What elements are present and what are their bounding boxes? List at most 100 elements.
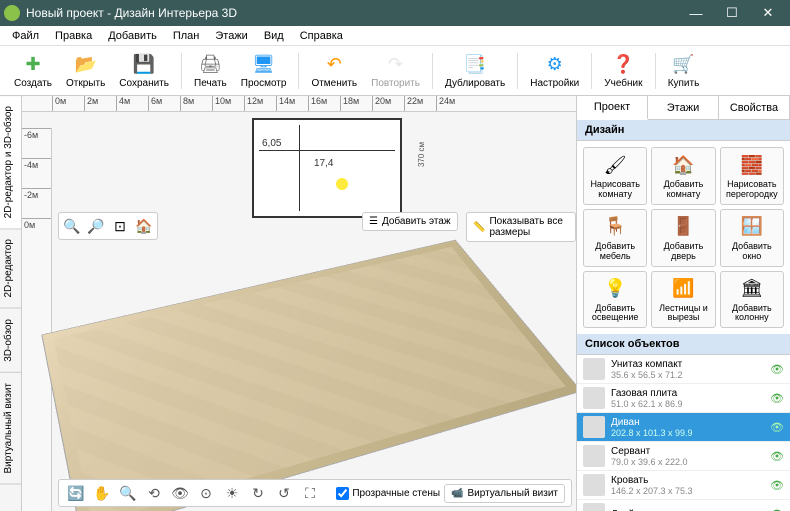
- zoom-in-button[interactable]: 🔎: [85, 215, 107, 237]
- left-tab-3[interactable]: Виртуальный визит: [0, 373, 21, 485]
- add-column-button[interactable]: 🏛Добавить колонну: [720, 271, 784, 329]
- zoom-fit-button[interactable]: ⊡: [109, 215, 131, 237]
- sun-icon[interactable]: ☀: [221, 483, 243, 503]
- draw-room-button[interactable]: 🖌Нарисовать комнату: [583, 147, 647, 205]
- visibility-icon[interactable]: 👁: [770, 363, 784, 376]
- right-tab-этажи[interactable]: Этажи: [648, 96, 719, 119]
- ruler-tick: 2м: [84, 96, 116, 111]
- close-button[interactable]: ✕: [750, 0, 786, 26]
- add-floor-button[interactable]: ☰ Добавить этаж: [362, 212, 458, 231]
- render-3d-view[interactable]: [41, 240, 576, 511]
- open-button[interactable]: 📂Открыть: [60, 51, 111, 91]
- add-furniture-button[interactable]: 🪑Добавить мебель: [583, 209, 647, 267]
- add-light-button[interactable]: 💡Добавить освещение: [583, 271, 647, 329]
- rotate-icon[interactable]: ↻: [247, 483, 269, 503]
- ruler-tick: 8м: [180, 96, 212, 111]
- titlebar: Новый проект - Дизайн Интерьера 3D — ☐ ✕: [0, 0, 790, 26]
- visibility-icon[interactable]: 👁: [770, 392, 784, 405]
- left-tab-2[interactable]: 3D-обзор: [0, 309, 21, 373]
- menu-добавить[interactable]: Добавить: [100, 28, 165, 44]
- object-list[interactable]: Унитаз компакт35.6 x 56.5 x 71.2👁Газовая…: [577, 355, 790, 511]
- fullscreen-icon[interactable]: ⛶: [299, 483, 321, 503]
- window-title: Новый проект - Дизайн Интерьера 3D: [26, 6, 678, 20]
- ruler-tick: 24м: [436, 96, 468, 111]
- create-button[interactable]: ✚Создать: [8, 51, 58, 91]
- transparent-walls-checkbox[interactable]: Прозрачные стены: [336, 487, 440, 500]
- zoom-out-button[interactable]: 🔍: [61, 215, 83, 237]
- virtual-visit-button[interactable]: 📹 Виртуальный визит: [444, 484, 565, 503]
- ruler-tick: 10м: [212, 96, 244, 111]
- object-item[interactable]: Двойное окно👁: [577, 500, 790, 511]
- draw-partition-icon: 🧱: [739, 152, 765, 178]
- marker-dot[interactable]: [336, 178, 348, 190]
- zoom-tool-icon[interactable]: 🔍: [117, 483, 139, 503]
- menu-справка[interactable]: Справка: [292, 28, 351, 44]
- visibility-icon[interactable]: 👁: [770, 479, 784, 492]
- menu-план[interactable]: План: [165, 28, 208, 44]
- print-button[interactable]: 🖨Печать: [188, 51, 233, 91]
- ruler-tick: 22м: [404, 96, 436, 111]
- preview-button[interactable]: 🖥Просмотр: [235, 51, 293, 91]
- dimension-right: 370 см: [417, 142, 426, 167]
- floor-plan-2d[interactable]: 6,05 17,4 370 см: [252, 118, 402, 218]
- menu-правка[interactable]: Правка: [47, 28, 100, 44]
- menu-вид[interactable]: Вид: [256, 28, 292, 44]
- add-light-icon: 💡: [602, 276, 628, 302]
- menu-файл[interactable]: Файл: [4, 28, 47, 44]
- object-thumb: [583, 503, 605, 511]
- object-item[interactable]: Кровать146.2 x 207.3 x 75.3👁: [577, 471, 790, 500]
- maximize-button[interactable]: ☐: [714, 0, 750, 26]
- visibility-icon[interactable]: 👁: [770, 421, 784, 434]
- duplicate-button[interactable]: 📑Дублировать: [439, 51, 511, 91]
- object-item[interactable]: Сервант79.0 x 39.6 x 222.0👁: [577, 442, 790, 471]
- ruler-icon: 📏: [473, 222, 485, 233]
- home-button[interactable]: 🏠: [133, 215, 155, 237]
- tutorial-button[interactable]: ❓Учебник: [598, 51, 648, 91]
- toolbar-separator: [181, 53, 182, 89]
- menu-этажи[interactable]: Этажи: [207, 28, 255, 44]
- app-icon: [4, 5, 20, 21]
- show-dimensions-button[interactable]: 📏 Показывать все размеры: [466, 212, 576, 242]
- save-button[interactable]: 💾Сохранить: [113, 51, 175, 91]
- left-tab-1[interactable]: 2D-редактор: [0, 229, 21, 309]
- add-window-button[interactable]: 🪟Добавить окно: [720, 209, 784, 267]
- undo-button[interactable]: ↶Отменить: [305, 51, 363, 91]
- right-tab-свойства[interactable]: Свойства: [719, 96, 790, 119]
- minimize-button[interactable]: —: [678, 0, 714, 26]
- object-item[interactable]: Диван202.8 x 101.3 x 99.9👁: [577, 413, 790, 442]
- pan-icon[interactable]: ✋: [91, 483, 113, 503]
- draw-room-icon: 🖌: [602, 152, 628, 178]
- design-grid: 🖌Нарисовать комнату🏠Добавить комнату🧱Нар…: [577, 141, 790, 334]
- canvas-area[interactable]: -6м-4м-2м0м 6,05 17,4 370 см 🔍 🔎 ⊡ 🏠 ☰ Д…: [22, 112, 576, 511]
- print-icon: 🖨: [198, 53, 222, 77]
- draw-partition-button[interactable]: 🧱Нарисовать перегородку: [720, 147, 784, 205]
- left-tab-0[interactable]: 2D-редактор и 3D-обзор: [0, 96, 21, 229]
- add-door-icon: 🚪: [670, 214, 696, 240]
- duplicate-icon: 📑: [463, 53, 487, 77]
- toolbar-separator: [591, 53, 592, 89]
- view360-icon[interactable]: 🔄: [65, 483, 87, 503]
- redo-button[interactable]: ↷Повторить: [365, 51, 426, 91]
- main-area: 2D-редактор и 3D-обзор2D-редактор3D-обзо…: [0, 96, 790, 511]
- add-room-icon: 🏠: [670, 152, 696, 178]
- ruler-tick: 0м: [52, 96, 84, 111]
- preview-icon: 🖥: [252, 53, 276, 77]
- rotate2-icon[interactable]: ↺: [273, 483, 295, 503]
- stairs-cut-button[interactable]: 📶Лестницы и вырезы: [651, 271, 715, 329]
- settings-button[interactable]: ⚙Настройки: [524, 51, 585, 91]
- ruler-tick: 18м: [340, 96, 372, 111]
- ruler-tick: 12м: [244, 96, 276, 111]
- buy-button[interactable]: 🛒Купить: [662, 51, 706, 91]
- object-item[interactable]: Газовая плита51.0 x 62.1 x 86.9👁: [577, 384, 790, 413]
- bottom-tools: 🔄 ✋ 🔍 ⟲ 👁 ⊙ ☀ ↻ ↺ ⛶ Прозрачные стены 📹 В…: [58, 479, 572, 507]
- toolbar-separator: [432, 53, 433, 89]
- orbit-icon[interactable]: ⟲: [143, 483, 165, 503]
- right-tab-проект[interactable]: Проект: [577, 96, 648, 120]
- add-room-button[interactable]: 🏠Добавить комнату: [651, 147, 715, 205]
- eye-icon[interactable]: 👁: [169, 483, 191, 503]
- ruler-tick: 14м: [276, 96, 308, 111]
- object-item[interactable]: Унитаз компакт35.6 x 56.5 x 71.2👁: [577, 355, 790, 384]
- reset-icon[interactable]: ⊙: [195, 483, 217, 503]
- add-door-button[interactable]: 🚪Добавить дверь: [651, 209, 715, 267]
- visibility-icon[interactable]: 👁: [770, 450, 784, 463]
